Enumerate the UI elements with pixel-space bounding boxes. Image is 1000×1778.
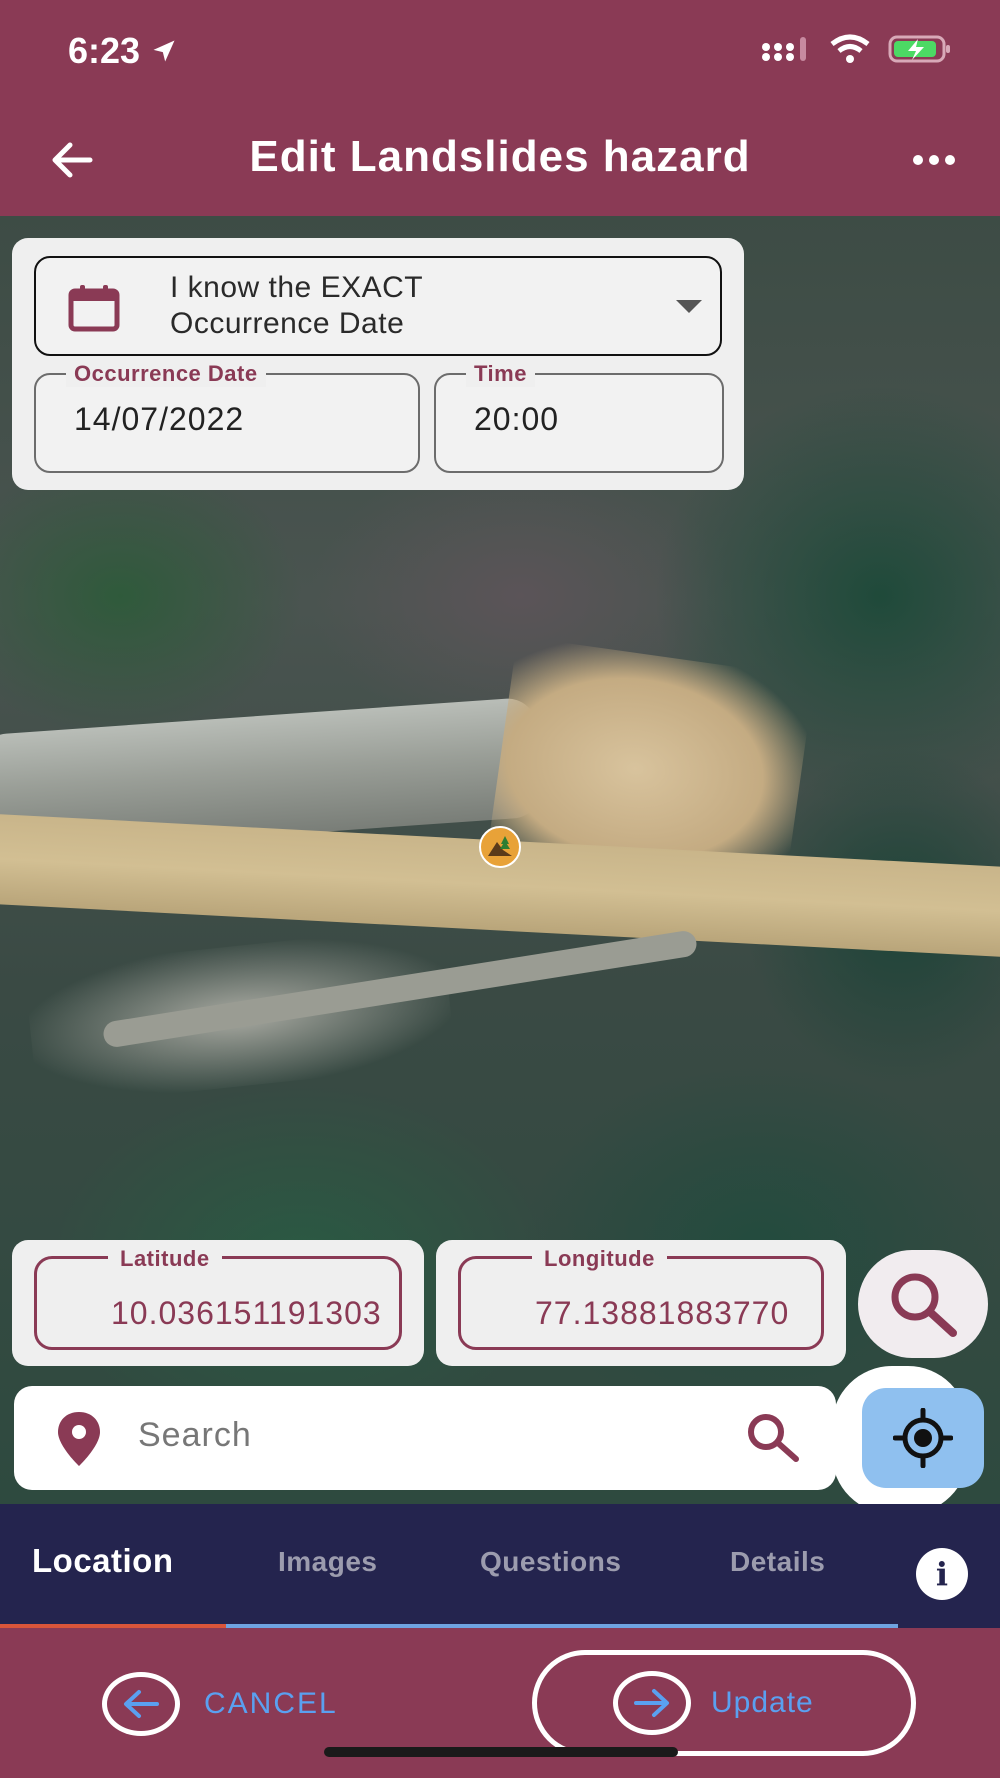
time-value: 20:00 [474,401,560,437]
calendar-icon [68,285,120,332]
status-time-text: 6:23 [68,30,141,71]
latitude-value: 10.036151191303 [111,1295,382,1331]
arrow-right-icon [634,1689,669,1717]
time-label: Time [466,361,535,387]
date-mode-line2: Occurrence Date [170,307,405,340]
status-icons [760,34,952,64]
home-indicator [324,1747,678,1757]
page-title: Edit Landslides hazard [249,132,751,181]
date-mode-text: I know the EXACT Occurrence Date [170,270,423,342]
cancel-label: CANCEL [204,1687,338,1720]
occurrence-date-value: 14/07/2022 [74,401,245,437]
latitude-label: Latitude [108,1246,222,1272]
tab-location[interactable]: Location [32,1542,174,1580]
more-horizontal-icon[interactable] [908,138,960,182]
status-bar: 6:23 [0,0,1000,104]
occurrence-date-label: Occurrence Date [66,361,266,387]
coordinate-search-button[interactable] [858,1250,988,1358]
time-field[interactable]: Time 20:00 [434,361,724,473]
update-circle [613,1671,691,1735]
longitude-card: Longitude 77.13881883770 [436,1240,846,1366]
longitude-label: Longitude [532,1246,667,1272]
chevron-down-icon [676,300,702,313]
update-label: Update [711,1686,814,1719]
search-icon [891,1273,957,1337]
tab-bar: Location Images Questions Details i [0,1504,1000,1628]
occurrence-date-card: I know the EXACT Occurrence Date Occurre… [12,238,744,490]
location-pin-icon [58,1412,100,1466]
update-button[interactable]: Update [532,1650,916,1756]
landslide-hazard-icon[interactable] [479,826,521,868]
tab-details[interactable]: Details [730,1546,825,1578]
latitude-card: Latitude 10.036151191303 [12,1240,424,1366]
date-mode-line1: I know the EXACT [170,271,424,304]
gps-locate-button[interactable] [862,1388,984,1488]
wifi-icon [830,34,870,63]
battery-charging-icon [888,35,950,63]
longitude-value: 77.13881883770 [535,1295,790,1331]
date-mode-dropdown[interactable]: I know the EXACT Occurrence Date [34,256,722,356]
tab-questions[interactable]: Questions [480,1546,621,1578]
gps-locate-icon [893,1408,953,1468]
location-arrow-icon [153,40,175,62]
location-search-bar[interactable]: Search [14,1386,836,1490]
occurrence-date-field[interactable]: Occurrence Date 14/07/2022 [34,361,420,473]
arrow-left-icon [124,1690,159,1718]
cellular-signal-icon [762,37,806,61]
cancel-button[interactable]: CANCEL [102,1672,338,1736]
info-icon[interactable]: i [916,1548,968,1600]
cancel-circle [102,1672,180,1736]
search-icon[interactable] [744,1412,802,1464]
app-bar: Edit Landslides hazard [0,104,1000,216]
status-time: 6:23 [68,30,178,72]
landslide-marker-glyph [488,836,512,856]
search-input[interactable]: Search [138,1416,252,1455]
tab-images[interactable]: Images [278,1546,378,1578]
